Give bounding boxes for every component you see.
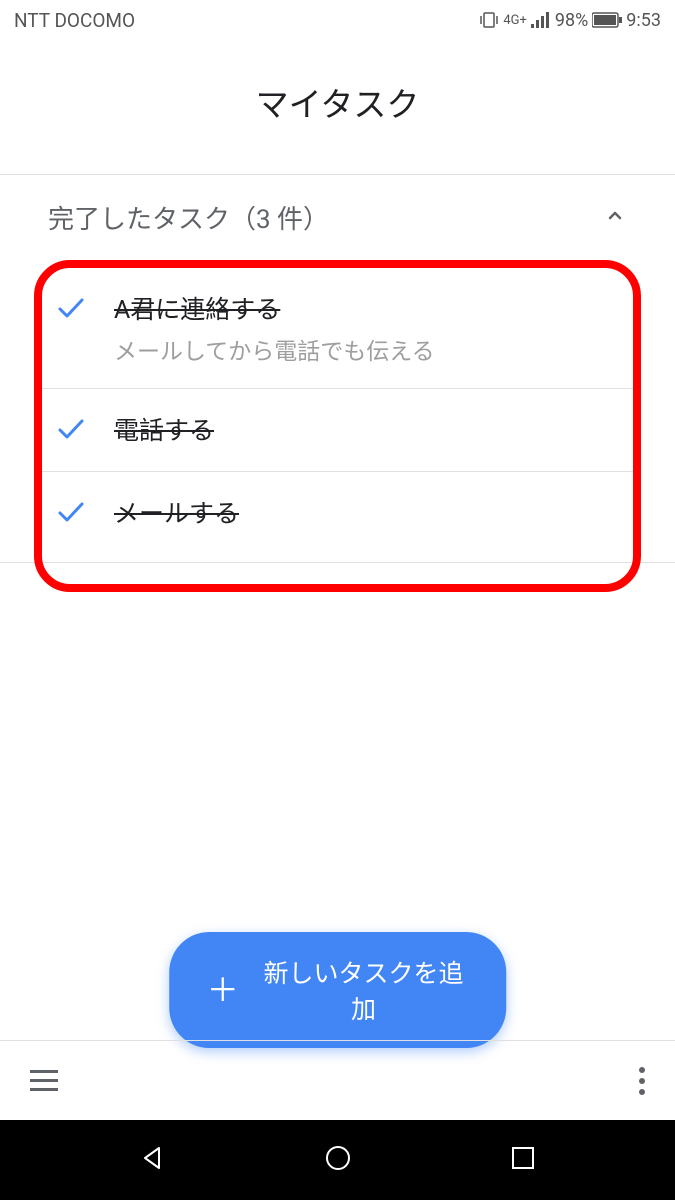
task-item[interactable]: メールする [42, 472, 633, 554]
plus-icon: ＋ [207, 974, 239, 1006]
task-title: メールする [114, 494, 621, 530]
time-label: 9:53 [626, 10, 661, 31]
recent-icon[interactable] [510, 1145, 536, 1175]
back-icon[interactable] [139, 1144, 167, 1176]
task-item[interactable]: 電話する [42, 389, 633, 472]
task-content: A君に連絡する メールしてから電話でも伝える [114, 290, 621, 366]
check-icon[interactable] [54, 413, 86, 449]
completed-tasks-label: 完了したタスク（3 件） [48, 199, 329, 236]
task-title: 電話する [114, 411, 621, 447]
status-right: 4G+ 98% 9:53 [479, 10, 661, 31]
chevron-up-icon [603, 204, 627, 232]
signal-icon [531, 12, 551, 28]
check-icon[interactable] [54, 292, 86, 328]
task-title: A君に連絡する [114, 290, 621, 326]
vibrate-icon [479, 11, 499, 29]
add-task-button[interactable]: ＋ 新しいタスクを追加 [169, 932, 507, 1048]
network-label: 4G+ [503, 13, 527, 28]
system-nav-bar [0, 1120, 675, 1200]
page-title: マイタスク [0, 78, 675, 126]
task-item[interactable]: A君に連絡する メールしてから電話でも伝える [42, 268, 633, 389]
home-icon[interactable] [324, 1144, 352, 1176]
header: マイタスク [0, 40, 675, 174]
battery-label: 98% [555, 10, 588, 31]
task-content: メールする [114, 494, 621, 530]
completed-tasks-header[interactable]: 完了したタスク（3 件） [0, 175, 675, 260]
bottom-toolbar [0, 1040, 675, 1120]
check-icon[interactable] [54, 496, 86, 532]
battery-icon [592, 12, 622, 28]
more-icon[interactable] [639, 1067, 645, 1095]
carrier-label: NTT DOCOMO [14, 9, 135, 32]
task-subtitle: メールしてから電話でも伝える [114, 332, 621, 366]
status-bar: NTT DOCOMO 4G+ 98% 9:53 [0, 0, 675, 40]
task-content: 電話する [114, 411, 621, 447]
annotation-highlight: A君に連絡する メールしてから電話でも伝える 電話する メールする [34, 260, 641, 592]
menu-icon[interactable] [30, 1070, 58, 1091]
add-task-label: 新しいタスクを追加 [259, 954, 468, 1026]
